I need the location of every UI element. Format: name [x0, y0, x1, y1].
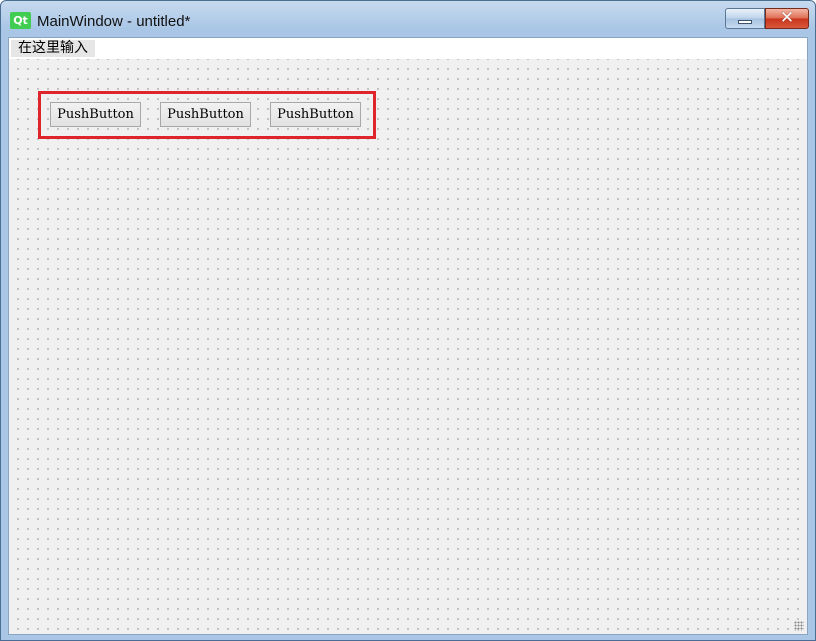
minimize-button[interactable]	[725, 8, 765, 29]
qt-logo-icon: Qt	[10, 12, 31, 29]
minimize-icon	[738, 19, 752, 24]
push-button-3[interactable]: PushButton	[270, 102, 361, 127]
title-bar[interactable]: Qt MainWindow - untitled* ✕	[1, 1, 815, 37]
close-icon: ✕	[779, 8, 795, 28]
close-button[interactable]: ✕	[765, 8, 809, 29]
push-button-2[interactable]: PushButton	[160, 102, 251, 127]
menu-bar: 在这里输入	[9, 38, 807, 59]
menu-item-type-here[interactable]: 在这里输入	[11, 40, 95, 57]
resize-grip-icon[interactable]	[794, 621, 804, 631]
push-button-1[interactable]: PushButton	[50, 102, 141, 127]
client-area: 在这里输入 PushButton PushButton PushButton	[8, 37, 808, 635]
window-title: MainWindow - untitled*	[37, 13, 191, 30]
form-canvas[interactable]: PushButton PushButton PushButton	[9, 59, 807, 634]
main-window: Qt MainWindow - untitled* ✕ 在这里输入 PushBu…	[0, 0, 816, 641]
